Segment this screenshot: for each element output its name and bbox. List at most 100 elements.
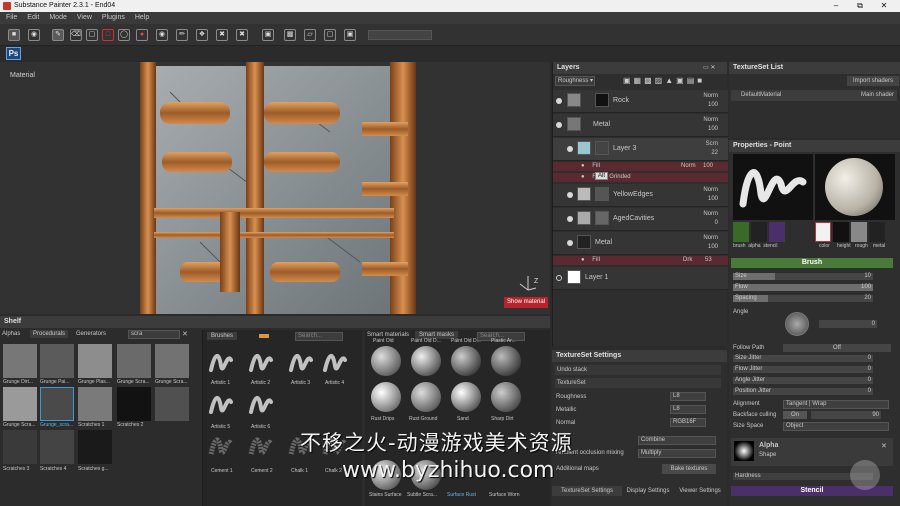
2d-view-icon[interactable]: ▢ xyxy=(324,29,336,41)
color-picker-icon[interactable]: ✏ xyxy=(176,29,188,41)
shelf-tab-generators[interactable]: Generators xyxy=(76,331,106,337)
shelf-tile[interactable] xyxy=(155,344,189,378)
size-slider[interactable]: Size 10 xyxy=(733,272,893,281)
shelf-tile[interactable] xyxy=(78,344,112,378)
maximize-icon[interactable]: ⧉ xyxy=(848,0,872,12)
shelf-tile[interactable] xyxy=(155,387,189,421)
fill-effect-row[interactable]: ● Fill Drk 53 xyxy=(553,256,728,265)
smart-material-sphere[interactable] xyxy=(371,382,401,412)
layer-row[interactable]: Rock Norm 100 xyxy=(553,90,728,113)
channel-dropdown[interactable]: Roughness ▾ xyxy=(555,76,595,86)
camera-mode-icon[interactable]: ▩ xyxy=(284,29,296,41)
channel-format-dropdown[interactable]: RGB16F xyxy=(670,418,706,427)
stencil-slot-icon[interactable] xyxy=(769,222,785,242)
projection-icon[interactable]: ▢ xyxy=(86,29,98,41)
layout-icon[interactable]: ■ xyxy=(8,29,20,41)
screenshot-icon[interactable]: ▣ xyxy=(344,29,356,41)
color-slot-icon[interactable] xyxy=(815,222,831,242)
import-shaders-button[interactable]: Import shaders xyxy=(847,76,899,86)
clone-icon[interactable]: ● xyxy=(136,29,148,41)
channel-format-dropdown[interactable]: L8 xyxy=(670,392,706,401)
height-slot-icon[interactable] xyxy=(833,222,849,242)
smart-material-sphere[interactable] xyxy=(411,346,441,376)
layer-row[interactable]: Layer 1 xyxy=(553,267,728,290)
visibility-icon[interactable] xyxy=(567,216,573,222)
size-jitter-slider[interactable]: Size Jitter 0 xyxy=(733,354,893,363)
menu-view[interactable]: View xyxy=(77,12,92,24)
camera-icon[interactable]: ◉ xyxy=(28,29,40,41)
shelf-tile[interactable] xyxy=(40,344,74,378)
material-picker-icon[interactable]: ◉ xyxy=(156,29,168,41)
brush-section-header[interactable]: Brush xyxy=(731,258,893,268)
shelf-tile[interactable] xyxy=(78,430,112,464)
visibility-icon[interactable] xyxy=(567,192,573,198)
angle-value[interactable]: 0 xyxy=(819,320,877,328)
layer-row[interactable]: AgedCavities Norm 0 xyxy=(553,208,728,231)
shelf-search-input[interactable]: scra xyxy=(128,330,180,339)
flow-jitter-slider[interactable]: Flow Jitter 0 xyxy=(733,365,893,374)
smudge-icon[interactable]: ◯ xyxy=(118,29,130,41)
spacing-slider[interactable]: Spacing 20 xyxy=(733,294,893,303)
bake-textures-button[interactable]: Bake textures xyxy=(662,464,716,474)
layer-row[interactable]: Metal Norm 100 xyxy=(553,114,728,137)
close-icon[interactable]: ✕ xyxy=(872,0,896,12)
layers-close-icon[interactable]: ▭ ✕ xyxy=(703,64,715,71)
layer-blend[interactable]: Scrn 22 xyxy=(706,140,718,158)
show-material-button[interactable]: Show material xyxy=(504,297,548,308)
shelf-tile-selected[interactable] xyxy=(40,387,74,421)
layer-blend[interactable]: Norm 100 xyxy=(703,234,718,252)
photoshop-export-button[interactable]: Ps xyxy=(6,47,21,60)
shelf-tab-alphas[interactable]: Alphas xyxy=(2,331,20,337)
smart-material-sphere[interactable] xyxy=(491,346,521,376)
angle-dial[interactable] xyxy=(785,312,809,336)
size-space-dropdown[interactable]: Object xyxy=(783,422,889,431)
display-mode-icon[interactable]: ▣ xyxy=(262,29,274,41)
symmetry-x-icon[interactable]: ✖ xyxy=(216,29,228,41)
combine-dropdown[interactable]: Combine xyxy=(638,436,716,445)
layer-blend[interactable]: Norm 0 xyxy=(703,210,718,228)
smart-material-sphere[interactable] xyxy=(371,346,401,376)
menu-plugins[interactable]: Plugins xyxy=(102,12,125,24)
shelf-tile[interactable] xyxy=(117,344,151,378)
symmetry-y-icon[interactable]: ✖ xyxy=(236,29,248,41)
shelf-tile[interactable] xyxy=(3,430,37,464)
3d-view-icon[interactable]: ▱ xyxy=(304,29,316,41)
textureset-item[interactable]: DefaultMaterial Main shader xyxy=(731,90,897,101)
tab-viewer-settings[interactable]: Viewer Settings xyxy=(674,486,726,496)
channel-format-dropdown[interactable]: L8 xyxy=(670,405,706,414)
shelf-tab-procedurals[interactable]: Procedurals xyxy=(30,330,69,338)
layer-blend[interactable]: Norm 100 xyxy=(703,92,718,110)
menu-help[interactable]: Help xyxy=(135,12,149,24)
menu-file[interactable]: File xyxy=(6,12,17,24)
viewport-dropdown[interactable] xyxy=(368,30,432,40)
visibility-icon[interactable] xyxy=(567,146,573,152)
layer-blend[interactable]: Norm 100 xyxy=(703,186,718,204)
visibility-icon[interactable] xyxy=(567,240,573,246)
ao-mixing-dropdown[interactable]: Multiply xyxy=(638,449,716,458)
undo-stack-button[interactable]: Undo stack xyxy=(555,365,721,375)
shelf-tile[interactable] xyxy=(3,387,37,421)
smart-material-sphere[interactable] xyxy=(451,382,481,412)
paint-brush-icon[interactable]: ✎ xyxy=(52,29,64,41)
fill-effect-row[interactable]: ● Fill Norm 100 xyxy=(553,162,728,171)
layer-tool-icons[interactable]: ▣▦▩▨▲▣▤■ xyxy=(623,76,705,85)
layer-row[interactable]: Metal Norm 100 xyxy=(553,232,728,255)
angle-jitter-slider[interactable]: Angle Jitter 0 xyxy=(733,376,893,385)
smart-material-sphere[interactable] xyxy=(491,382,521,412)
layer-row-selected[interactable]: Layer 3 Scrn 22 xyxy=(553,138,728,161)
visibility-icon[interactable] xyxy=(556,122,562,128)
tab-display-settings[interactable]: Display Settings xyxy=(622,486,674,496)
shelf-tile[interactable] xyxy=(117,387,151,421)
smart-material-sphere[interactable] xyxy=(451,346,481,376)
menu-mode[interactable]: Mode xyxy=(49,12,67,24)
smart-material-sphere[interactable] xyxy=(411,382,441,412)
alpha-slot-icon[interactable] xyxy=(751,222,767,242)
layer-row[interactable]: YellowEdges Norm 100 xyxy=(553,184,728,207)
brush-slot-icon[interactable] xyxy=(733,222,749,242)
rough-slot-icon[interactable] xyxy=(851,222,867,242)
visibility-icon[interactable] xyxy=(556,98,562,104)
shelf-tile[interactable] xyxy=(78,387,112,421)
polygon-fill-icon[interactable]: □ xyxy=(102,29,114,41)
menu-edit[interactable]: Edit xyxy=(27,12,39,24)
flow-slider[interactable]: Flow 100 xyxy=(733,283,893,292)
